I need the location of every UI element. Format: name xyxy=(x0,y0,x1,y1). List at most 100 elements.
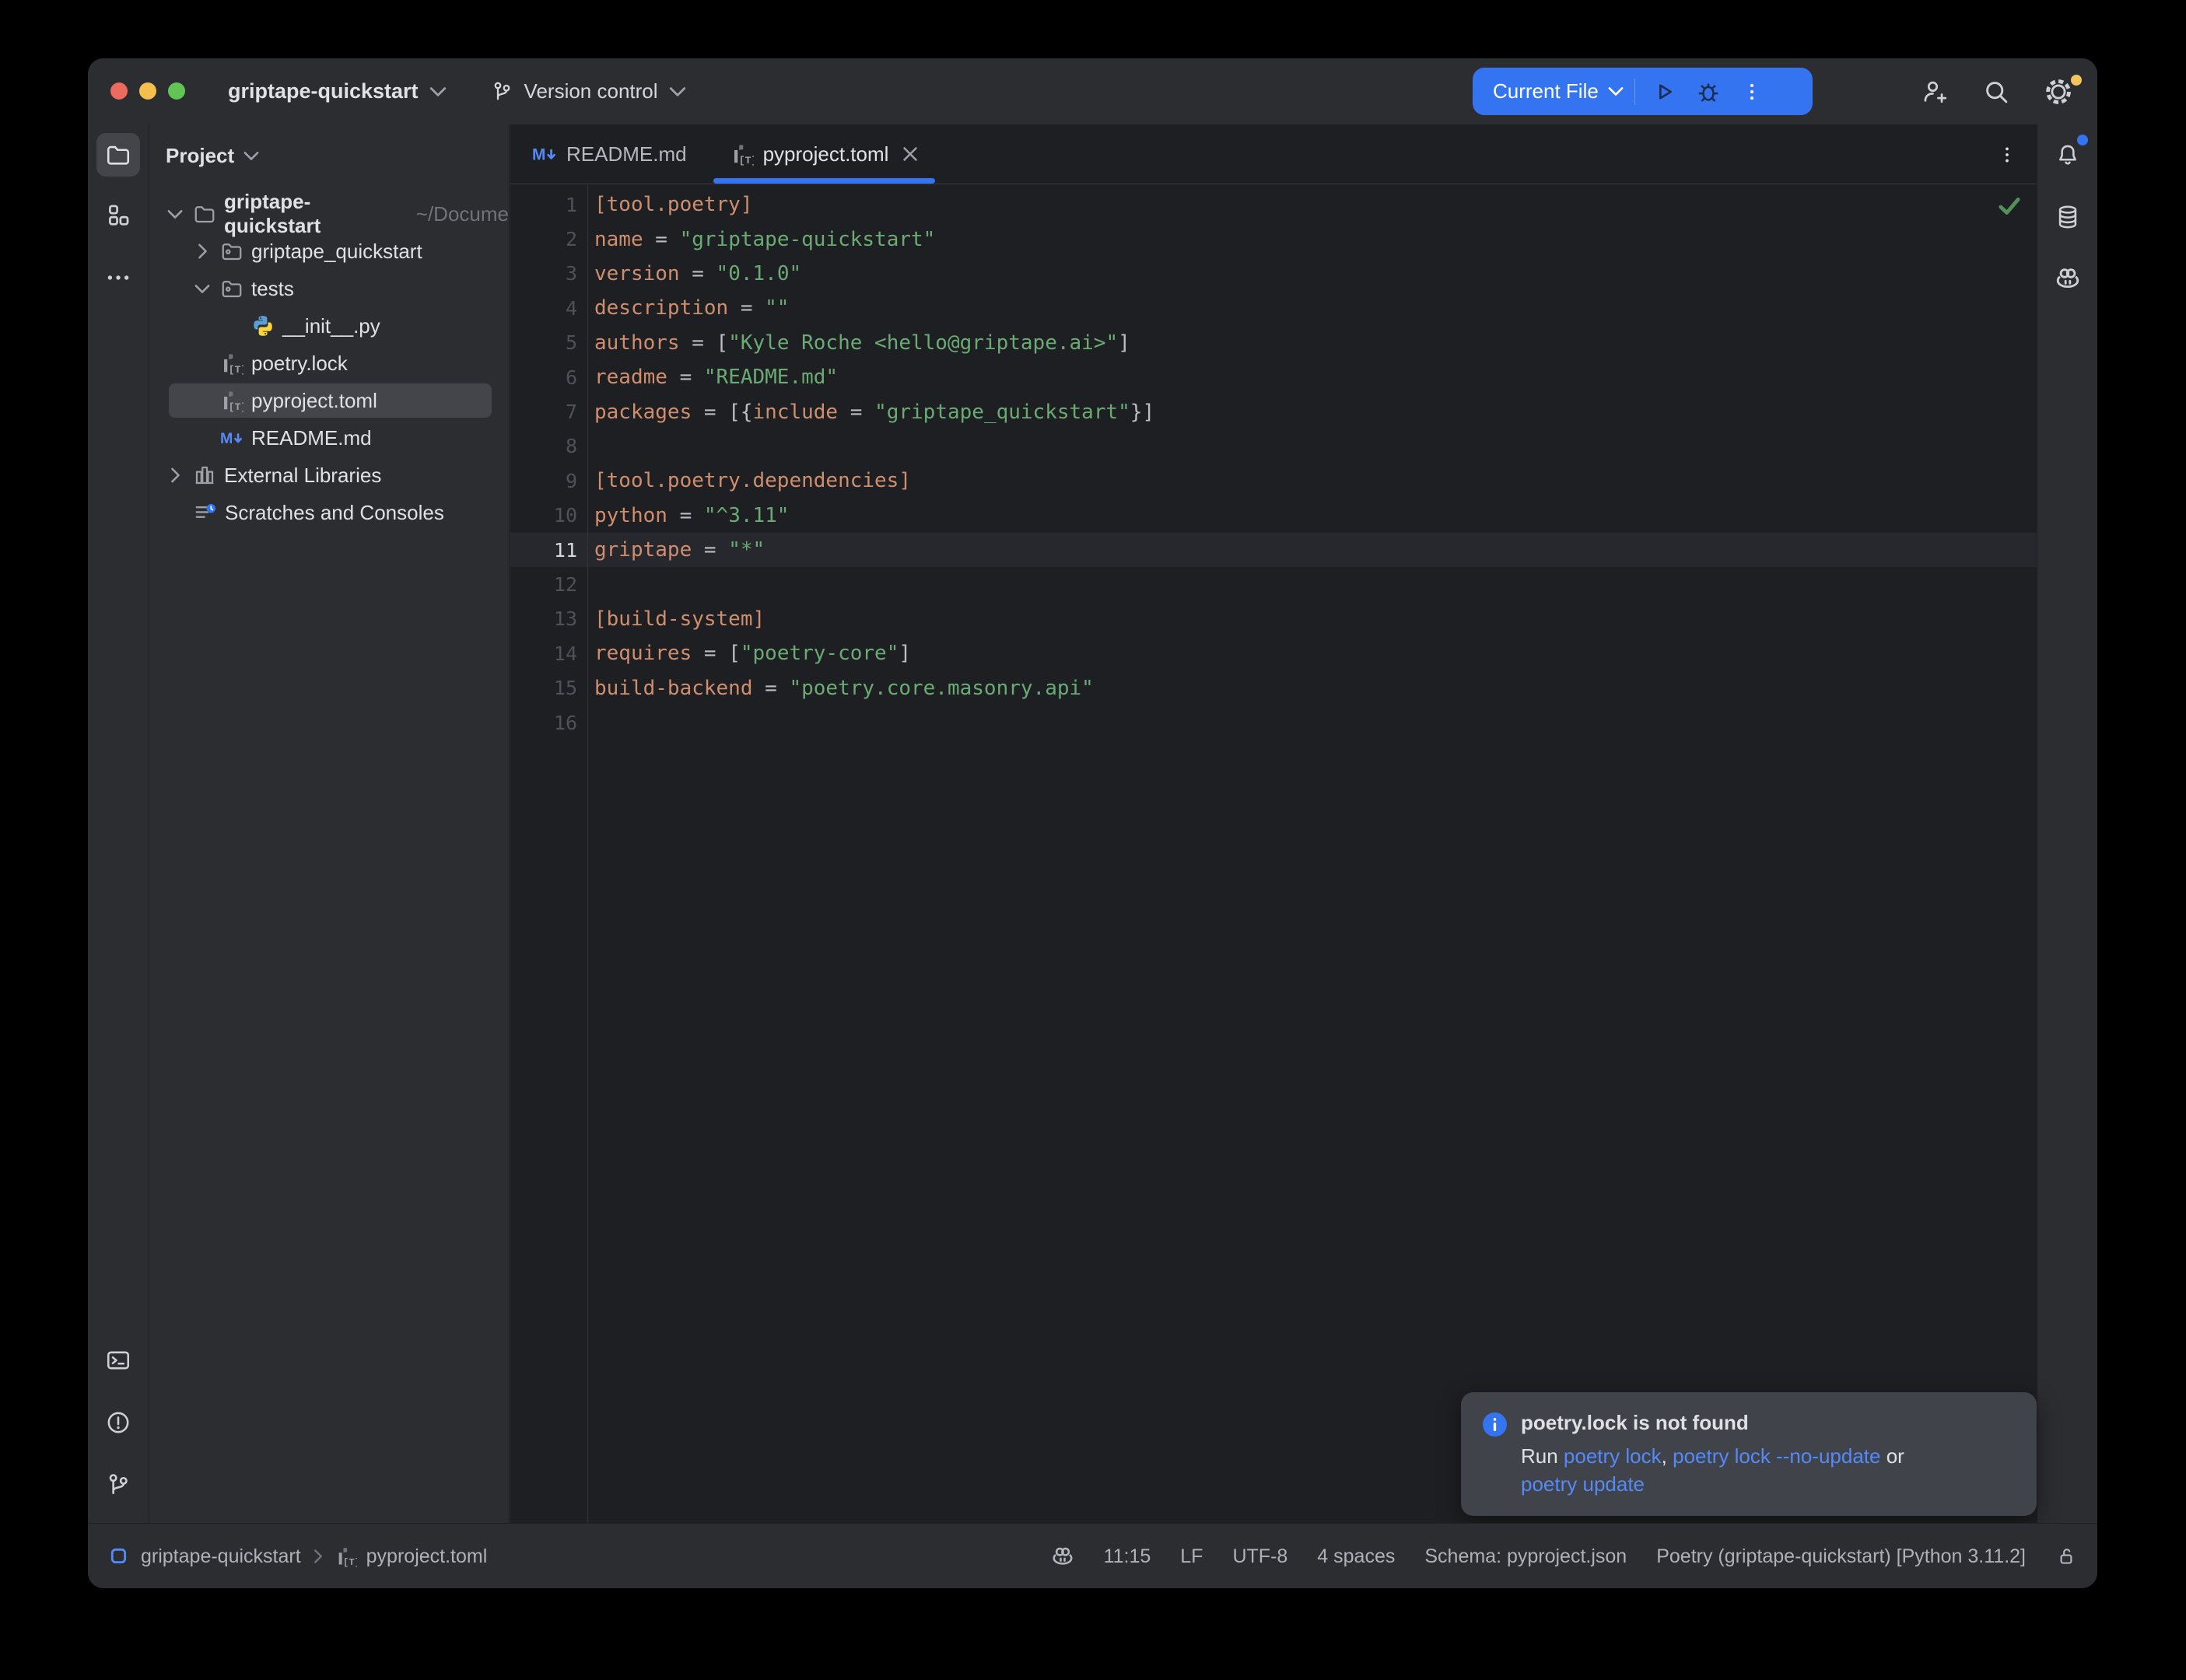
toml-file-icon: [T] xyxy=(730,142,754,166)
line-number: 4 xyxy=(510,297,577,320)
code-line-2[interactable]: 2name = "griptape-quickstart" xyxy=(510,222,2037,256)
database-tool-button[interactable] xyxy=(2046,195,2090,239)
terminal-tool-button[interactable] xyxy=(96,1339,140,1382)
git-branch-icon xyxy=(490,80,513,103)
info-icon xyxy=(1483,1412,1507,1497)
breadcrumb-file[interactable]: pyproject.toml xyxy=(366,1545,488,1568)
zoom-window-button[interactable] xyxy=(168,82,185,100)
tree-row-pyproject-toml[interactable]: [T] pyproject.toml xyxy=(150,382,509,419)
debug-button[interactable] xyxy=(1687,70,1730,114)
code-line-9[interactable]: 9[tool.poetry.dependencies] xyxy=(510,464,2037,498)
chevron-right-icon xyxy=(314,1549,323,1563)
tree-item-label: griptape-quickstart xyxy=(224,190,405,238)
code-line-13[interactable]: 13[build-system] xyxy=(510,602,2037,636)
chevron-down-icon xyxy=(429,86,447,97)
code-line-3[interactable]: 3version = "0.1.0" xyxy=(510,257,2037,291)
tree-item-path: ~/Docume xyxy=(416,202,509,226)
chevron-right-icon[interactable] xyxy=(194,243,211,259)
tab-pyproject[interactable]: [T] pyproject.toml xyxy=(709,124,941,184)
right-tool-strip xyxy=(2037,124,2097,1523)
line-number: 13 xyxy=(510,607,577,630)
title-bar: griptape-quickstart Version control Curr… xyxy=(88,58,2097,124)
svg-text:[T]: [T] xyxy=(229,364,243,375)
line-number: 9 xyxy=(510,470,577,492)
minimize-window-button[interactable] xyxy=(139,82,156,100)
status-line-separator[interactable]: LF xyxy=(1180,1545,1203,1568)
code-line-8[interactable]: 8 xyxy=(510,429,2037,464)
notification-link[interactable]: poetry update xyxy=(1521,1472,1645,1496)
code-line-6[interactable]: 6readme = "README.md" xyxy=(510,360,2037,394)
code-line-11[interactable]: 11griptape = "*" xyxy=(510,533,2037,567)
svg-text:[T]: [T] xyxy=(738,155,753,166)
tree-row-readme[interactable]: M README.md xyxy=(150,419,509,457)
code-line-7[interactable]: 7packages = [{include = "griptape_quicks… xyxy=(510,394,2037,429)
run-configuration-button[interactable]: Current File xyxy=(1493,79,1599,103)
code-line-10[interactable]: 10python = "^3.11" xyxy=(510,499,2037,533)
toml-file-icon: [T] xyxy=(335,1545,357,1567)
project-tool-button[interactable] xyxy=(96,133,140,177)
notification-link[interactable]: poetry lock --no-update xyxy=(1673,1444,1880,1468)
tree-row-external-libraries[interactable]: External Libraries xyxy=(150,457,509,494)
code-line-4[interactable]: 4description = "" xyxy=(510,291,2037,325)
line-number: 12 xyxy=(510,573,577,596)
project-widget[interactable]: griptape-quickstart xyxy=(228,79,419,103)
more-tool-windows-button[interactable] xyxy=(96,256,140,299)
chevron-down-icon[interactable] xyxy=(194,284,211,294)
close-window-button[interactable] xyxy=(110,82,128,100)
toml-file-icon: [T] xyxy=(220,389,243,412)
code-line-15[interactable]: 15build-backend = "poetry.core.masonry.a… xyxy=(510,670,2037,705)
code-with-me-button[interactable] xyxy=(1912,70,1956,114)
svg-text:M: M xyxy=(532,145,545,163)
vcs-widget[interactable]: Version control xyxy=(524,79,658,103)
notification-link[interactable]: poetry lock xyxy=(1564,1444,1662,1468)
run-button[interactable] xyxy=(1643,70,1687,114)
chevron-right-icon[interactable] xyxy=(166,467,184,483)
code-line-5[interactable]: 5authors = ["Kyle Roche <hello@griptape.… xyxy=(510,326,2037,360)
project-panel-title[interactable]: Project xyxy=(166,144,234,168)
line-number: 10 xyxy=(510,504,577,527)
line-number: 7 xyxy=(510,401,577,423)
problems-tool-button[interactable] xyxy=(96,1401,140,1444)
editor-tab-bar: M README.md [T] pyproject.toml xyxy=(510,124,2037,184)
code-line-12[interactable]: 12 xyxy=(510,567,2037,601)
tree-row-init-py[interactable]: __init__.py xyxy=(150,307,509,345)
unlock-icon[interactable] xyxy=(2055,1545,2077,1567)
notifications-tool-button[interactable] xyxy=(2046,133,2090,177)
notification-popup[interactable]: poetry.lock is not found Run poetry lock… xyxy=(1461,1392,2037,1516)
ai-assistant-tool-button[interactable] xyxy=(2046,257,2090,300)
status-caret-position[interactable]: 11:15 xyxy=(1104,1545,1151,1568)
chevron-down-icon[interactable] xyxy=(243,151,259,161)
chevron-down-icon[interactable] xyxy=(1608,86,1624,96)
project-module-icon[interactable] xyxy=(110,1547,128,1566)
tree-row-poetry-lock[interactable]: [T] poetry.lock xyxy=(150,345,509,382)
line-number: 11 xyxy=(510,539,577,562)
search-everywhere-button[interactable] xyxy=(1974,70,2018,114)
close-tab-icon[interactable] xyxy=(902,146,918,162)
status-encoding[interactable]: UTF-8 xyxy=(1232,1545,1287,1568)
tab-label: pyproject.toml xyxy=(763,142,889,166)
chevron-down-icon[interactable] xyxy=(166,209,184,219)
settings-button[interactable] xyxy=(2037,70,2080,114)
tab-list-kebab-icon[interactable] xyxy=(1996,124,2018,184)
run-more-kebab-icon[interactable] xyxy=(1730,70,1774,114)
status-indent[interactable]: 4 spaces xyxy=(1317,1545,1395,1568)
tree-row-scratches[interactable]: Scratches and Consoles xyxy=(150,494,509,531)
tree-row-root[interactable]: griptape-quickstart ~/Docume xyxy=(150,195,509,233)
code-line-1[interactable]: 1[tool.poetry] xyxy=(510,187,2037,222)
breadcrumb-project[interactable]: griptape-quickstart xyxy=(141,1545,301,1568)
tree-row-griptape-quickstart-pkg[interactable]: griptape_quickstart xyxy=(150,233,509,270)
code-line-14[interactable]: 14requires = ["poetry-core"] xyxy=(510,636,2037,670)
tab-readme[interactable]: M README.md xyxy=(510,124,709,184)
copilot-status-icon[interactable] xyxy=(1051,1545,1074,1568)
code-line-16[interactable]: 16 xyxy=(510,705,2037,740)
left-tool-strip xyxy=(88,124,149,1523)
structure-tool-button[interactable] xyxy=(96,194,140,237)
editor-area[interactable]: M README.md [T] pyproject.toml 1[tool.po… xyxy=(510,124,2037,1523)
tree-item-label: README.md xyxy=(251,426,372,450)
status-schema[interactable]: Schema: pyproject.json xyxy=(1424,1545,1627,1568)
git-tool-button[interactable] xyxy=(96,1463,140,1507)
notification-body: Run poetry lock, poetry lock --no-update… xyxy=(1521,1442,1904,1498)
settings-badge xyxy=(2071,75,2082,86)
tree-row-tests[interactable]: tests xyxy=(150,270,509,307)
status-interpreter[interactable]: Poetry (griptape-quickstart) [Python 3.1… xyxy=(1656,1545,2026,1568)
